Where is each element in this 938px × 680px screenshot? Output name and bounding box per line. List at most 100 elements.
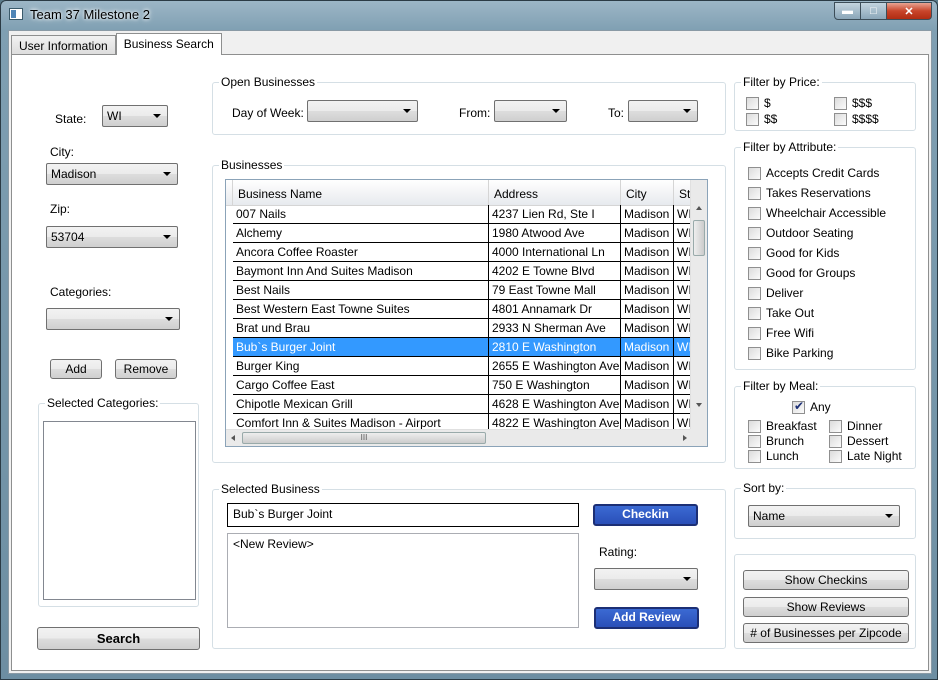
column-header-address[interactable]: Address	[489, 180, 621, 206]
meal-dinner-checkbox[interactable]: Dinner	[829, 419, 882, 433]
price-4-checkbox[interactable]: $$$$	[834, 112, 879, 126]
scroll-up-icon[interactable]	[696, 206, 702, 210]
zip-select[interactable]: 53704	[46, 226, 178, 248]
table-row[interactable]: Chipotle Mexican Grill 4628 E Washington …	[233, 395, 704, 414]
cell-city: Madison	[621, 281, 674, 299]
table-row[interactable]: 007 Nails 4237 Lien Rd, Ste I Madison WI	[233, 205, 704, 224]
table-row[interactable]: Brat und Brau 2933 N Sherman Ave Madison WI	[233, 319, 704, 338]
checkbox-box	[829, 419, 842, 433]
checkbox-box	[748, 326, 761, 340]
review-textarea[interactable]: <New Review>	[227, 533, 579, 628]
businesses-grid[interactable]: Business Name Address City St 007 Nails 4…	[225, 179, 708, 447]
table-row[interactable]: Best Western East Towne Suites 4801 Annam…	[233, 300, 704, 319]
table-row[interactable]: Ancora Coffee Roaster 4000 International …	[233, 243, 704, 262]
cell-address: 4000 International Ln	[489, 243, 621, 261]
to-select[interactable]	[628, 100, 698, 122]
meal-any-label: Any	[810, 400, 831, 414]
city-select[interactable]: Madison	[46, 163, 178, 185]
meal-brunch-checkbox[interactable]: Brunch	[748, 434, 804, 448]
close-button[interactable]: ✕	[887, 2, 932, 20]
sort-value: Name	[753, 509, 786, 523]
cell-address: 1980 Atwood Ave	[489, 224, 621, 242]
tab-user-information[interactable]: User Information	[11, 35, 116, 55]
meal-late-night-checkbox[interactable]: Late Night	[829, 449, 902, 463]
table-row[interactable]: Best Nails 79 East Towne Mall Madison WI	[233, 281, 704, 300]
grid-vertical-scrollbar[interactable]	[690, 180, 707, 431]
show-checkins-button[interactable]: Show Checkins	[743, 570, 909, 590]
price-2-checkbox[interactable]: $$	[746, 112, 777, 126]
minimize-button[interactable]: ▬	[834, 2, 861, 20]
attr-accepts-credit-cards-checkbox[interactable]: Accepts Credit Cards	[748, 166, 879, 180]
scroll-left-icon[interactable]	[231, 435, 235, 441]
attr-deliver-checkbox[interactable]: Deliver	[748, 286, 803, 300]
selected-categories-list[interactable]	[43, 421, 196, 600]
show-reviews-button[interactable]: Show Reviews	[743, 597, 909, 617]
add-category-button[interactable]: Add	[50, 359, 102, 379]
attr-label: Good for Groups	[766, 266, 856, 280]
state-value: WI	[107, 109, 122, 123]
cell-name: Cargo Coffee East	[233, 376, 489, 394]
checkbox-box	[748, 286, 761, 300]
rating-select[interactable]	[594, 568, 698, 590]
checkbox-box	[748, 346, 761, 360]
attr-takes-reservations-checkbox[interactable]: Takes Reservations	[748, 186, 871, 200]
scroll-thumb[interactable]	[693, 220, 705, 256]
table-row[interactable]: Burger King 2655 E Washington Ave Madison W…	[233, 357, 704, 376]
remove-category-button[interactable]: Remove	[115, 359, 177, 379]
day-of-week-select[interactable]	[307, 100, 418, 122]
price-1-checkbox[interactable]: $	[746, 96, 771, 110]
search-button[interactable]: Search	[37, 627, 200, 650]
checkbox-box	[834, 96, 847, 110]
attr-label: Accepts Credit Cards	[766, 166, 880, 180]
title-bar[interactable]: Team 37 Milestone 2 ▬ □ ✕	[1, 1, 937, 29]
tab-business-search[interactable]: Business Search	[115, 33, 222, 55]
filter-price-label: Filter by Price:	[741, 75, 822, 89]
cell-address: 750 E Washington	[489, 376, 621, 394]
add-review-button[interactable]: Add Review	[594, 607, 699, 629]
chevron-down-icon	[552, 109, 560, 113]
attr-outdoor-seating-checkbox[interactable]: Outdoor Seating	[748, 226, 853, 240]
meal-any-checkbox[interactable]: Any	[792, 399, 831, 414]
table-row[interactable]: Cargo Coffee East 750 E Washington Madison…	[233, 376, 704, 395]
from-select[interactable]	[494, 100, 567, 122]
checkbox-box	[748, 306, 761, 320]
attr-take-out-checkbox[interactable]: Take Out	[748, 306, 814, 320]
attr-good-for-kids-checkbox[interactable]: Good for Kids	[748, 246, 839, 260]
attr-label: Take Out	[766, 306, 815, 320]
filter-attribute-label: Filter by Attribute:	[741, 140, 839, 154]
businesses-per-zipcode-button[interactable]: # of Businesses per Zipcode	[743, 623, 909, 643]
scroll-down-icon[interactable]	[696, 403, 702, 407]
grid-horizontal-scrollbar[interactable]: III	[226, 429, 692, 446]
column-header-name[interactable]: Business Name	[233, 180, 489, 206]
sort-select[interactable]: Name	[748, 505, 900, 527]
cell-city: Madison	[621, 338, 674, 356]
attr-good-for-groups-checkbox[interactable]: Good for Groups	[748, 266, 855, 280]
cell-city: Madison	[621, 300, 674, 318]
meal-dessert-checkbox[interactable]: Dessert	[829, 434, 888, 448]
maximize-button[interactable]: □	[861, 2, 887, 20]
checkin-button[interactable]: Checkin	[593, 504, 698, 526]
meal-lunch-checkbox[interactable]: Lunch	[748, 449, 799, 463]
row-header-spacer	[226, 180, 233, 206]
attr-free-wifi-checkbox[interactable]: Free Wifi	[748, 326, 814, 340]
meal-breakfast-checkbox[interactable]: Breakfast	[748, 419, 817, 433]
selected-business-name[interactable]: Bub`s Burger Joint	[227, 503, 579, 527]
day-of-week-label: Day of Week:	[232, 106, 304, 120]
cell-name: Bub`s Burger Joint	[233, 338, 489, 356]
categories-select[interactable]	[46, 308, 180, 330]
table-row[interactable]: Alchemy 1980 Atwood Ave Madison WI	[233, 224, 704, 243]
attr-bike-parking-checkbox[interactable]: Bike Parking	[748, 346, 833, 360]
scroll-right-icon[interactable]	[683, 435, 687, 441]
attr-wheelchair-accessible-checkbox[interactable]: Wheelchair Accessible	[748, 206, 886, 220]
price-3-checkbox[interactable]: $$$	[834, 96, 872, 110]
scroll-thumb[interactable]: III	[242, 432, 486, 444]
column-header-city[interactable]: City	[621, 180, 674, 206]
close-icon: ✕	[904, 5, 914, 18]
window-title: Team 37 Milestone 2	[30, 7, 150, 22]
attr-label: Good for Kids	[766, 246, 840, 260]
businesses-label: Businesses	[219, 158, 285, 172]
table-row[interactable]: Baymont Inn And Suites Madison 4202 E Tow…	[233, 262, 704, 281]
grid-body: 007 Nails 4237 Lien Rd, Ste I Madison WI Alc…	[233, 205, 704, 433]
state-select[interactable]: WI	[102, 105, 168, 127]
table-row-selected[interactable]: Bub`s Burger Joint 2810 E Washington Madis…	[233, 338, 704, 357]
